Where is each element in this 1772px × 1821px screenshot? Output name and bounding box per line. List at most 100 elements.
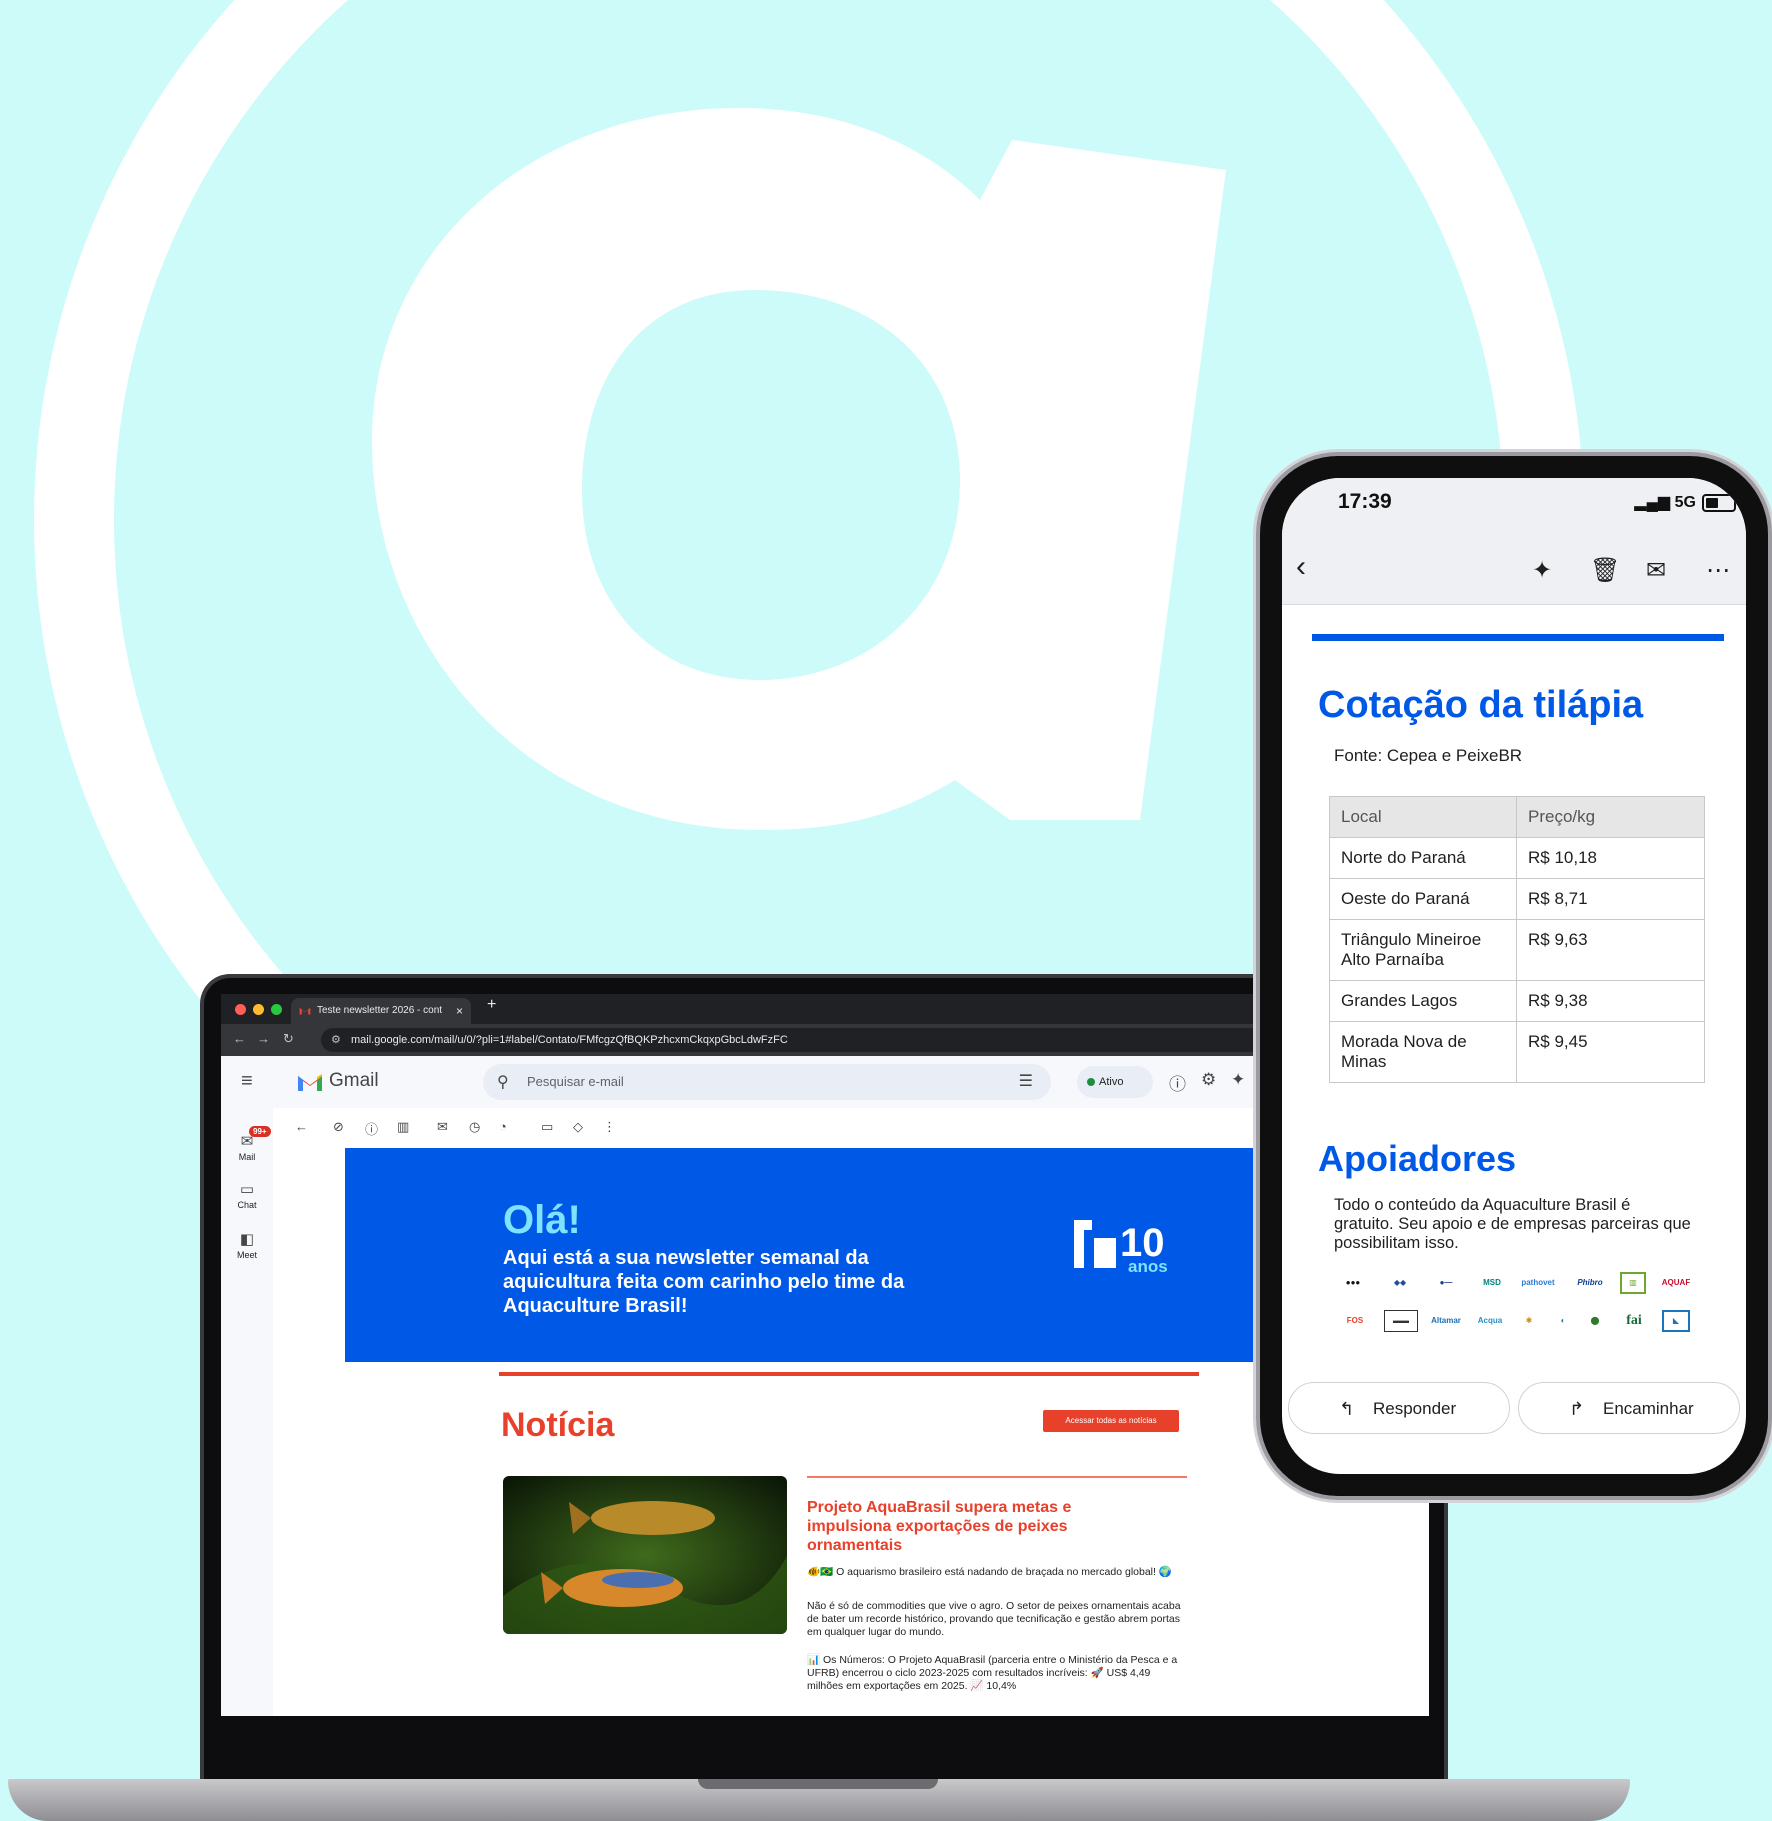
logo-word: anos — [1128, 1257, 1168, 1276]
minimize-window-button[interactable] — [253, 1004, 264, 1015]
meet-icon: ◧ — [239, 1231, 255, 1248]
supporters-text: Todo o conteúdo da Aquaculture Brasil é … — [1334, 1196, 1691, 1252]
browser-tab-strip: Teste newsletter 2026 - cont × + — [221, 994, 1429, 1024]
new-tab-button[interactable]: + — [487, 996, 496, 1014]
section-divider — [1312, 634, 1724, 641]
rail-meet[interactable]: ◧ Meet — [221, 1230, 273, 1260]
header-price: Preço/kg — [1516, 796, 1705, 838]
reply-button[interactable]: ↰ Responder — [1288, 1382, 1510, 1434]
back-chevron-icon[interactable]: ‹ — [1296, 550, 1306, 584]
archive-icon[interactable]: ⊘ — [333, 1119, 344, 1135]
rail-chat[interactable]: ▭ Chat — [221, 1180, 273, 1210]
move-to-icon[interactable]: ▭ — [541, 1119, 553, 1135]
rail-mail-label: Mail — [238, 1152, 256, 1162]
search-mail-input[interactable]: ⚲ Pesquisar e-mail ☰ — [483, 1064, 1051, 1100]
rail-mail[interactable]: ✉ 99+ Mail — [221, 1126, 273, 1162]
tab-close-icon[interactable]: × — [456, 998, 463, 1024]
news-paragraph-2: Não é só de commodities que vive o agro.… — [807, 1600, 1181, 1638]
table-row: Morada Nova de Minas R$ 9,45 — [1329, 1021, 1705, 1083]
more-options-icon[interactable]: ⋮ — [603, 1119, 616, 1135]
cell-local: Triângulo Mineiroe Alto Parnaíba — [1329, 919, 1517, 981]
report-spam-icon[interactable]: ⓘ — [365, 1119, 378, 1138]
fish-photo — [503, 1476, 787, 1634]
sponsor-logo: pathovet — [1521, 1278, 1555, 1287]
snooze-icon[interactable]: ◷ — [469, 1119, 480, 1135]
sponsor-logo: Altamar — [1431, 1316, 1461, 1325]
gmail-favicon-icon — [299, 1007, 311, 1015]
mark-unread-icon[interactable]: ✉ — [1646, 556, 1666, 585]
all-news-button[interactable]: Acessar todas as notícias — [1043, 1410, 1179, 1432]
rail-chat-label: Chat — [237, 1200, 257, 1210]
gmail-logo-icon — [298, 1074, 322, 1091]
search-options-icon[interactable]: ☰ — [1019, 1071, 1033, 1091]
forward-arrow-icon[interactable]: → — [257, 1031, 270, 1046]
forward-label: Encaminhar — [1603, 1399, 1694, 1418]
phone-status-bar: 17:39 ▂▄▆ 5G — [1282, 478, 1746, 538]
price-source: Fonte: Cepea e PeixeBR — [1334, 746, 1523, 765]
cell-local: Oeste do Paraná — [1329, 878, 1517, 920]
browser-tab[interactable]: Teste newsletter 2026 - cont × — [291, 998, 471, 1024]
gmail-header: ≡ Gmail ⚲ Pesquisar e-mail ☰ Ativo ⓘ ⚙ ✦ — [221, 1056, 1429, 1108]
laptop-base — [8, 1779, 1630, 1821]
main-menu-icon[interactable]: ≡ — [241, 1070, 253, 1093]
cell-local: Morada Nova de Minas — [1329, 1021, 1517, 1083]
sponsor-logo: ◆◆ — [1393, 1278, 1407, 1287]
gmail-side-rail: ✉ 99+ Mail ▭ Chat ◧ Meet — [221, 1108, 273, 1716]
news-paragraph-1: 🐠🇧🇷 O aquarismo brasileiro está nadando … — [807, 1566, 1172, 1578]
cell-price: R$ 9,38 — [1516, 980, 1705, 1022]
back-arrow-icon[interactable]: ← — [233, 1031, 246, 1046]
section-divider — [499, 1372, 1199, 1376]
delete-icon[interactable]: 🗑︎ — [1590, 556, 1620, 585]
status-button[interactable]: Ativo — [1077, 1066, 1153, 1098]
chat-icon: ▭ — [239, 1181, 255, 1198]
gemini-sparkle-icon[interactable]: ✦ — [1532, 556, 1552, 585]
sponsor-logo: ▥ — [1620, 1272, 1646, 1294]
sponsor-logo: ▬▬ — [1384, 1310, 1418, 1332]
news-headline[interactable]: Projeto AquaBrasil supera metas e impuls… — [807, 1498, 1137, 1555]
sponsor-logo: ●― — [1439, 1278, 1453, 1287]
maximize-window-button[interactable] — [271, 1004, 282, 1015]
price-title: Cotação da tilápia — [1318, 684, 1644, 726]
rail-meet-label: Meet — [236, 1250, 257, 1260]
settings-gear-icon[interactable]: ⚙ — [1201, 1070, 1216, 1090]
sponsor-logo: MSD — [1483, 1278, 1501, 1287]
anniversary-logo: 10 anos — [1074, 1220, 1168, 1276]
back-to-inbox-icon[interactable]: ← — [295, 1119, 308, 1134]
table-row: Grandes Lagos R$ 9,38 — [1329, 980, 1705, 1022]
url-text: mail.google.com/mail/u/0/?pli=1#label/Co… — [351, 1034, 788, 1046]
mark-unread-icon[interactable]: ✉ — [437, 1119, 448, 1135]
sponsor-logo: fai — [1626, 1313, 1642, 1328]
phone-action-bar: ‹ ✦ 🗑︎ ✉ ⋯ — [1282, 538, 1746, 605]
sponsor-logo: ●●● — [1345, 1278, 1361, 1287]
delete-icon[interactable]: ▥ — [397, 1119, 409, 1135]
table-row: Norte do Paraná R$ 10,18 — [1329, 837, 1705, 879]
sponsor-logo: Acqua — [1477, 1316, 1503, 1325]
cell-local: Norte do Paraná — [1329, 837, 1517, 879]
help-icon[interactable]: ⓘ — [1169, 1070, 1186, 1095]
browser-toolbar: ← → ↻ ⚙ mail.google.com/mail/u/0/?pli=1#… — [221, 1024, 1429, 1056]
forward-button[interactable]: ↱ Encaminhar — [1518, 1382, 1740, 1434]
label-icon[interactable]: ◇ — [573, 1119, 583, 1135]
reload-icon[interactable]: ↻ — [283, 1031, 294, 1047]
greeting: Olá! — [503, 1198, 581, 1242]
clock: 17:39 — [1338, 490, 1392, 513]
email-content: Olá! Aqui está a sua newsletter semanal … — [273, 1148, 1429, 1716]
sponsor-logo: ◐ — [1560, 1316, 1566, 1325]
site-settings-icon[interactable]: ⚙ — [331, 1028, 341, 1052]
signal-icon: ▂▄▆ — [1634, 494, 1675, 511]
table-row: Oeste do Paraná R$ 8,71 — [1329, 878, 1705, 920]
cell-local: Grandes Lagos — [1329, 980, 1517, 1022]
reply-icon: ↰ — [1339, 1399, 1355, 1419]
more-options-icon[interactable]: ⋯ — [1706, 556, 1730, 585]
add-task-icon[interactable]: ◔ — [499, 1119, 507, 1134]
phone-screen: 17:39 ▂▄▆ 5G ‹ ✦ 🗑︎ ✉ ⋯ Cotação da tiláp… — [1282, 478, 1746, 1474]
search-placeholder: Pesquisar e-mail — [527, 1074, 624, 1089]
gmail-brand: Gmail — [329, 1070, 379, 1091]
close-window-button[interactable] — [235, 1004, 246, 1015]
gemini-sparkle-icon[interactable]: ✦ — [1231, 1070, 1245, 1090]
news-paragraph-3: 📊 Os Números: O Projeto AquaBrasil (parc… — [807, 1654, 1178, 1692]
message-toolbar: ← ⊘ ⓘ ▥ ✉ ◷ ◔ ▭ ◇ ⋮ — [273, 1108, 1429, 1148]
table-row: Triângulo Mineiroe Alto Parnaíba R$ 9,63 — [1329, 919, 1705, 981]
cell-price: R$ 9,45 — [1516, 1021, 1705, 1083]
sponsor-logo: ◣ — [1662, 1310, 1690, 1332]
